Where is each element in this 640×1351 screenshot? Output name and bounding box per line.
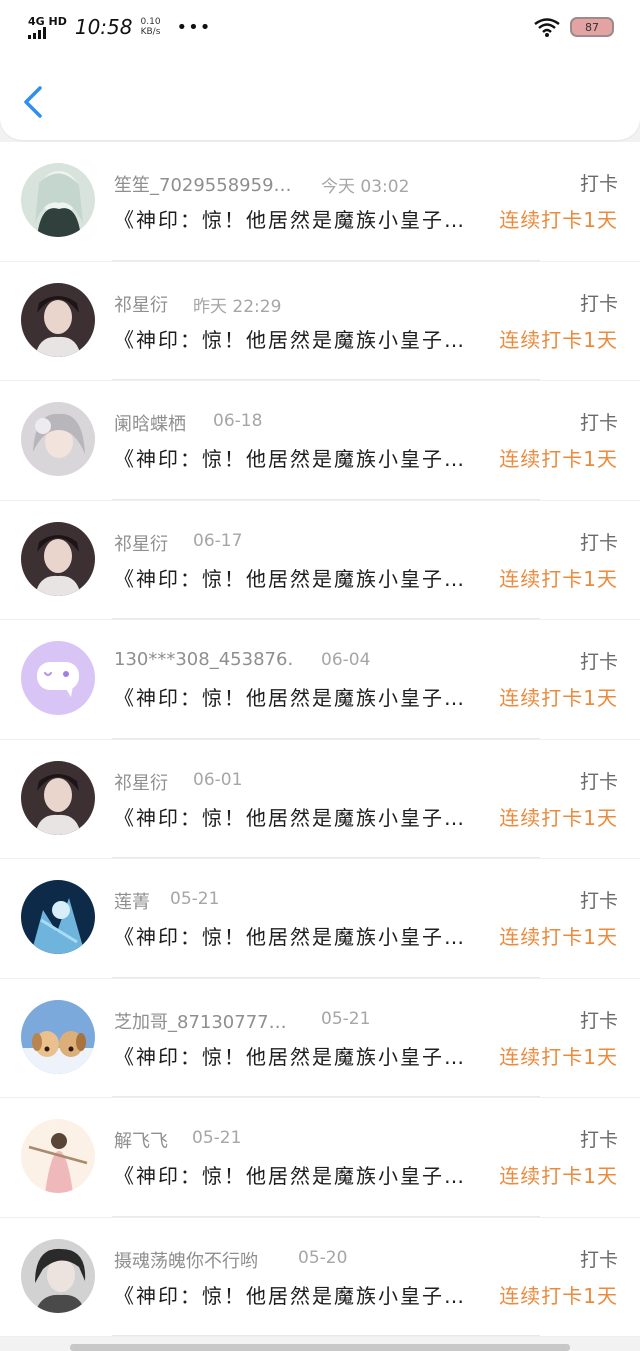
checkin-time: 05-21 (321, 1008, 371, 1029)
list-item[interactable]: 祁星衍 昨天 22:29 打卡 《神印：惊！他居然是魔族小皇子… 连续打卡1天 (0, 261, 640, 381)
avatar[interactable] (21, 999, 95, 1074)
avatar-ice-blue-icon (21, 880, 95, 954)
checkin-time: 06-18 (213, 411, 263, 431)
list-item[interactable]: 芝加哥_87130777… 05-21 打卡 《神印：惊！他居然是魔族小皇子… … (0, 978, 640, 1098)
checkin-list: 笙笙_7029558959… 今天 03:02 打卡 《神印：惊！他居然是魔族小… (0, 142, 640, 1337)
more-notifications-icon: ••• (176, 16, 212, 38)
scroll-indicator (70, 1344, 570, 1351)
avatar-dark-hair-icon (21, 521, 95, 596)
book-title[interactable]: 《神印：惊！他居然是魔族小皇子… (114, 204, 466, 233)
checkin-time: 06-04 (321, 650, 371, 670)
username: 祁星衍 (114, 772, 168, 794)
checkin-tag: 打卡 (579, 292, 618, 315)
list-item[interactable]: 解飞飞 05-21 打卡 《神印：惊！他居然是魔族小皇子… 连续打卡1天 (0, 1098, 640, 1218)
book-title[interactable]: 《神印：惊！他居然是魔族小皇子… (114, 1280, 466, 1309)
checkin-tag: 打卡 (579, 651, 618, 673)
network-speed: 0.10 KB/s (141, 17, 161, 37)
checkin-tag: 打卡 (579, 412, 618, 434)
username: 祁星衍 (114, 294, 168, 316)
avatar[interactable] (21, 760, 95, 835)
avatar[interactable] (21, 402, 95, 476)
streak-label: 连续打卡1天 (499, 566, 618, 591)
streak-label: 连续打卡1天 (499, 805, 618, 830)
book-title[interactable]: 《神印：惊！他居然是魔族小皇子… (114, 1160, 466, 1189)
avatar-puppies-icon (21, 999, 95, 1074)
avatar-default-chat-icon (21, 641, 95, 715)
avatar-white-hair-icon (21, 402, 95, 476)
list-item[interactable]: 莲菁 05-21 打卡 《神印：惊！他居然是魔族小皇子… 连续打卡1天 (0, 859, 640, 979)
streak-label: 连续打卡1天 (499, 1044, 618, 1069)
checkin-time: 05-21 (170, 889, 220, 909)
status-bar: 4G HD 10:58 0.10 KB/s ••• 87 (0, 0, 640, 54)
wifi-icon (534, 18, 560, 37)
signal-indicator: 4G HD (28, 16, 67, 39)
back-arrow-icon[interactable] (18, 82, 48, 122)
streak-label: 连续打卡1天 (499, 208, 618, 232)
book-title[interactable]: 《神印：惊！他居然是魔族小皇子… (114, 443, 466, 472)
username: 130***308_453876… (114, 649, 292, 670)
checkin-tag: 打卡 (579, 1248, 618, 1271)
avatar-pink-figure-icon (21, 1119, 95, 1193)
speed-value: 0.10 (140, 17, 161, 27)
username: 阑晗蝶栖 (114, 414, 186, 435)
network-type: 4G HD (28, 14, 67, 28)
list-item[interactable]: 阑晗蝶栖 06-18 打卡 《神印：惊！他居然是魔族小皇子… 连续打卡1天 (0, 381, 640, 501)
avatar[interactable] (21, 521, 95, 596)
checkin-time: 05-21 (192, 1128, 242, 1148)
list-item[interactable]: 130***308_453876… 06-04 打卡 《神印：惊！他居然是魔族小… (0, 620, 640, 740)
username: 笙笙_7029558959… (114, 175, 292, 196)
checkin-tag: 打卡 (579, 890, 618, 912)
avatar[interactable] (21, 641, 95, 715)
streak-label: 连续打卡1天 (499, 447, 618, 471)
book-title[interactable]: 《神印：惊！他居然是魔族小皇子… (114, 802, 466, 831)
book-title[interactable]: 《神印：惊！他居然是魔族小皇子… (114, 1041, 466, 1070)
top-nav-bar (0, 54, 640, 140)
list-item[interactable]: 笙笙_7029558959… 今天 03:02 打卡 《神印：惊！他居然是魔族小… (0, 142, 640, 262)
streak-label: 连续打卡1天 (499, 686, 618, 710)
avatar[interactable] (21, 163, 95, 237)
username: 莲菁 (114, 892, 150, 913)
signal-bars-icon (28, 26, 46, 39)
list-item[interactable]: 祁星衍 06-01 打卡 《神印：惊！他居然是魔族小皇子… 连续打卡1天 (0, 739, 640, 859)
book-title[interactable]: 《神印：惊！他居然是魔族小皇子… (114, 682, 466, 711)
avatar[interactable] (21, 1238, 95, 1313)
battery-level: 87 (585, 20, 599, 34)
username: 解飞飞 (114, 1131, 168, 1152)
checkin-tag: 打卡 (579, 1129, 618, 1151)
username: 摄魂荡魄你不行哟 (114, 1250, 258, 1272)
avatar-silver-hair-icon (21, 163, 95, 237)
checkin-tag: 打卡 (579, 173, 618, 195)
checkin-time: 05-20 (298, 1247, 348, 1268)
battery-icon: 87 (570, 17, 614, 37)
streak-label: 连续打卡1天 (499, 1164, 618, 1188)
avatar[interactable] (21, 880, 95, 954)
checkin-time: 昨天 22:29 (193, 296, 282, 317)
list-item[interactable]: 祁星衍 06-17 打卡 《神印：惊！他居然是魔族小皇子… 连续打卡1天 (0, 500, 640, 620)
username: 祁星衍 (114, 533, 168, 555)
checkin-tag: 打卡 (579, 770, 618, 793)
book-title[interactable]: 《神印：惊！他居然是魔族小皇子… (114, 563, 466, 592)
username: 芝加哥_87130777… (114, 1011, 287, 1033)
checkin-time: 06-17 (193, 530, 243, 551)
checkin-tag: 打卡 (579, 531, 618, 554)
list-item[interactable]: 摄魂荡魄你不行哟 05-20 打卡 《神印：惊！他居然是魔族小皇子… 连续打卡1… (0, 1217, 640, 1337)
avatar[interactable] (21, 282, 95, 357)
checkin-tag: 打卡 (579, 1009, 618, 1032)
book-title[interactable]: 《神印：惊！他居然是魔族小皇子… (114, 921, 466, 950)
checkin-time: 今天 03:02 (321, 177, 410, 197)
streak-label: 连续打卡1天 (499, 1283, 618, 1308)
clock: 10:58 (74, 15, 133, 39)
avatar-grey-portrait-icon (21, 1238, 95, 1313)
book-title[interactable]: 《神印：惊！他居然是魔族小皇子… (114, 324, 466, 353)
checkin-time: 06-01 (193, 769, 243, 790)
avatar[interactable] (21, 1119, 95, 1193)
streak-label: 连续打卡1天 (499, 925, 618, 949)
streak-label: 连续打卡1天 (499, 327, 618, 352)
speed-unit: KB/s (140, 27, 161, 37)
avatar-dark-hair-icon (21, 760, 95, 835)
avatar-dark-hair-icon (21, 282, 95, 357)
